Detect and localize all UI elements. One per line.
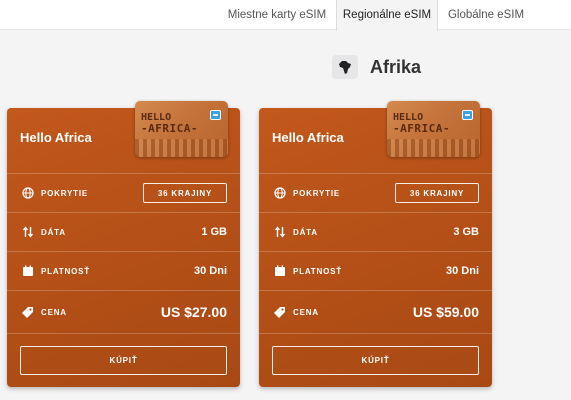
price-value: US $27.00 [160, 304, 227, 320]
validity-label: PLATNOSŤ [41, 266, 90, 276]
price-tag-icon [21, 306, 34, 319]
divider [7, 333, 240, 334]
buy-button[interactable]: KÚPIŤ [20, 346, 227, 375]
calendar-icon [273, 265, 286, 278]
sim-card-text: HELLO -AFRICA- [141, 112, 198, 134]
divider [7, 173, 240, 174]
globe-icon [21, 187, 34, 200]
coverage-label: POKRYTIE [41, 188, 88, 198]
divider [259, 212, 492, 213]
coverage-row: POKRYTIE 36 KRAJINY [7, 183, 240, 203]
data-row: DÁTA 1 GB [7, 222, 240, 242]
data-value: 1 GB [201, 226, 227, 238]
data-row: DÁTA 3 GB [259, 222, 492, 242]
plan-name: Hello Africa [272, 130, 344, 145]
data-transfer-icon [21, 226, 34, 239]
price-label: CENA [41, 307, 67, 317]
price-row: CENA US $59.00 [259, 302, 492, 322]
sim-line2: -AFRICA- [141, 122, 198, 135]
divider [259, 251, 492, 252]
sim-pattern [135, 139, 228, 157]
divider [259, 333, 492, 334]
data-transfer-icon [273, 226, 286, 239]
data-value: 3 GB [453, 226, 479, 238]
divider [259, 290, 492, 291]
validity-label: PLATNOSŤ [293, 266, 342, 276]
divider [7, 251, 240, 252]
coverage-row: POKRYTIE 36 KRAJINY [259, 183, 492, 203]
coverage-countries-button[interactable]: 36 KRAJINY [143, 183, 227, 203]
calendar-icon [21, 265, 34, 278]
price-tag-icon [273, 306, 286, 319]
price-label: CENA [293, 307, 319, 317]
sim-flag-icon [462, 110, 473, 120]
region-title: Afrika [370, 56, 422, 77]
validity-value: 30 Dni [445, 265, 479, 277]
region-tabs-bar: Miestne karty eSIM Regionálne eSIM Globá… [0, 0, 571, 31]
globe-icon [273, 187, 286, 200]
tab-regional-esim[interactable]: Regionálne eSIM [336, 0, 438, 31]
region-header: Afrika [332, 55, 421, 79]
data-label: DÁTA [41, 227, 66, 237]
divider [7, 290, 240, 291]
price-value: US $59.00 [412, 304, 479, 320]
validity-row: PLATNOSŤ 30 Dni [7, 261, 240, 281]
tab-global-esim[interactable]: Globálne eSIM [440, 0, 532, 30]
sim-flag-icon [210, 110, 221, 120]
tab-local-esim[interactable]: Miestne karty eSIM [218, 0, 336, 30]
sim-card-image: HELLO -AFRICA- [135, 101, 228, 157]
africa-map-icon [332, 55, 358, 79]
buy-button[interactable]: KÚPIŤ [272, 346, 479, 375]
sim-card-text: HELLO -AFRICA- [393, 112, 450, 134]
sim-card-image: HELLO -AFRICA- [387, 101, 480, 157]
esim-plan-card: Hello Africa HELLO -AFRICA- POKRYTIE 36 … [259, 101, 492, 387]
coverage-label: POKRYTIE [293, 188, 340, 198]
coverage-countries-button[interactable]: 36 KRAJINY [395, 183, 479, 203]
sim-pattern [387, 139, 480, 157]
sim-line2: -AFRICA- [393, 122, 450, 135]
price-row: CENA US $27.00 [7, 302, 240, 322]
divider [259, 173, 492, 174]
esim-plan-card: Hello Africa HELLO -AFRICA- POKRYTIE 36 … [7, 101, 240, 387]
plan-name: Hello Africa [20, 130, 92, 145]
validity-row: PLATNOSŤ 30 Dni [259, 261, 492, 281]
validity-value: 30 Dni [193, 265, 227, 277]
divider [7, 212, 240, 213]
data-label: DÁTA [293, 227, 318, 237]
